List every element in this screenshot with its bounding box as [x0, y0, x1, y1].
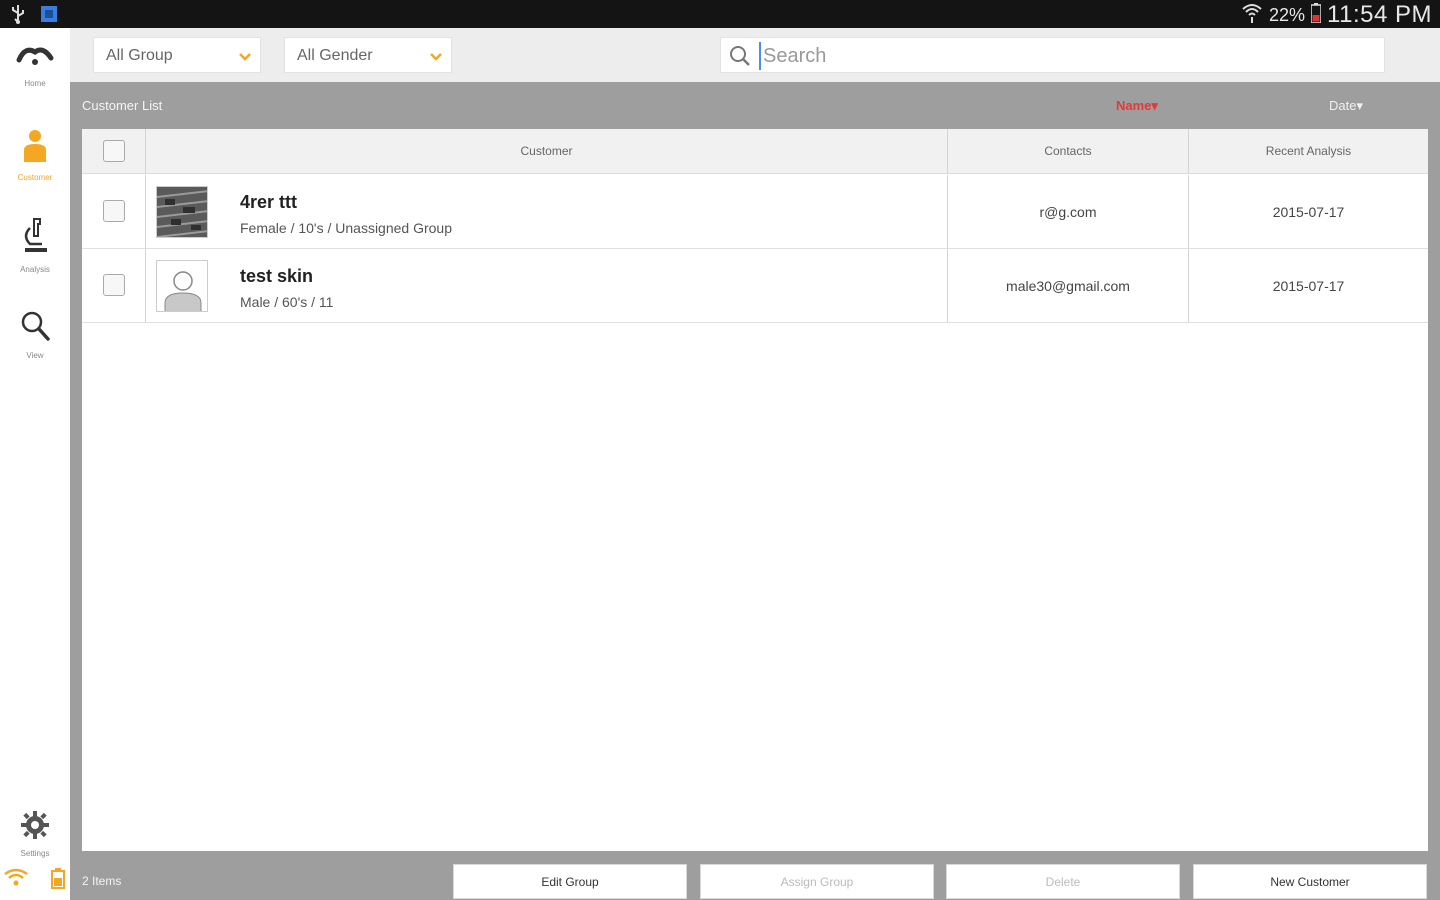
- recent-analysis-cell: 2015-07-17: [1189, 175, 1428, 248]
- app-notification-icon: [40, 5, 58, 28]
- row-select-cell: [82, 249, 146, 322]
- group-select[interactable]: All Group: [93, 37, 261, 73]
- recent-analysis-cell: 2015-07-17: [1189, 249, 1428, 322]
- gender-select-value: All Gender: [297, 47, 373, 64]
- search-input[interactable]: [759, 42, 1359, 70]
- item-count: 2 Items: [82, 874, 122, 888]
- sidebar-item-settings[interactable]: Settings: [0, 810, 70, 858]
- customer-details: Male / 60's / 11: [240, 294, 334, 310]
- contact-email: male30@gmail.com: [1006, 278, 1130, 294]
- search-icon: [729, 45, 751, 72]
- column-header-label: Customer: [520, 144, 573, 158]
- table-row[interactable]: 4rer ttt Female / 10's / Unassigned Grou…: [82, 175, 1428, 249]
- filter-bar: All Group All Gender: [70, 28, 1440, 82]
- avatar-placeholder-icon: [156, 260, 208, 312]
- customer-details: Female / 10's / Unassigned Group: [240, 220, 453, 236]
- sidebar-item-analysis[interactable]: Analysis: [0, 216, 70, 274]
- column-header-label: Recent Analysis: [1265, 144, 1352, 158]
- recent-analysis-date: 2015-07-17: [1272, 278, 1345, 294]
- row-checkbox[interactable]: [103, 200, 125, 222]
- magnifier-icon: [20, 311, 50, 346]
- sidebar-item-label: Home: [24, 79, 46, 88]
- sidebar-item-label: Analysis: [20, 265, 50, 274]
- status-bar: 22% 11:54 PM: [0, 0, 1440, 28]
- group-select-value: All Group: [106, 47, 173, 64]
- list-title: Customer List: [82, 98, 163, 113]
- contact-email: r@g.com: [1039, 204, 1097, 220]
- column-header-recent-analysis[interactable]: Recent Analysis: [1189, 129, 1428, 173]
- edit-group-button[interactable]: Edit Group: [453, 864, 687, 899]
- sidebar-item-label: Customer: [17, 173, 53, 182]
- customer-name: test skin: [240, 266, 314, 286]
- customer-list-frame: Customer List Name▾ Date▾ Customer Conta…: [70, 82, 1440, 900]
- assign-group-button[interactable]: Assign Group: [700, 864, 934, 899]
- battery-percent: 22%: [1269, 4, 1306, 25]
- usb-icon: [10, 4, 26, 29]
- new-customer-button[interactable]: New Customer: [1193, 864, 1427, 899]
- person-icon: [22, 130, 48, 168]
- sidebar-item-view[interactable]: View: [0, 310, 70, 360]
- sidebar-nav: Home Customer Analysis View Settings: [0, 28, 70, 900]
- sidebar-item-customer[interactable]: Customer: [0, 128, 70, 182]
- sidebar-footer-icons: [4, 867, 66, 894]
- table-row[interactable]: test skin Male / 60's / 11 male30@gmail.…: [82, 249, 1428, 323]
- select-all-cell: [82, 129, 146, 173]
- gender-select[interactable]: All Gender: [284, 37, 452, 73]
- column-header-customer[interactable]: Customer: [146, 129, 948, 173]
- wifi-status-icon[interactable]: [4, 868, 28, 893]
- customer-name: 4rer ttt: [240, 192, 298, 212]
- column-header-contacts[interactable]: Contacts: [948, 129, 1189, 173]
- customer-photo: [156, 186, 208, 238]
- microscope-icon: [20, 218, 50, 260]
- select-all-checkbox[interactable]: [103, 140, 125, 162]
- sidebar-item-home[interactable]: Home: [0, 44, 70, 88]
- table-header: Customer Contacts Recent Analysis: [82, 129, 1428, 174]
- column-header-label: Contacts: [1044, 144, 1092, 158]
- battery-icon: [1310, 2, 1322, 28]
- row-checkbox[interactable]: [103, 274, 125, 296]
- contacts-cell: r@g.com: [948, 175, 1189, 248]
- gear-icon: [20, 811, 50, 844]
- sort-by-date[interactable]: Date▾: [1329, 98, 1363, 114]
- row-select-cell: [82, 175, 146, 248]
- sort-by-name[interactable]: Name▾: [1116, 98, 1158, 114]
- chevron-down-icon: [429, 49, 443, 67]
- search-box[interactable]: [720, 37, 1385, 73]
- customer-table: Customer Contacts Recent Analysis 4rer t…: [82, 129, 1428, 851]
- chevron-down-icon: [238, 49, 252, 67]
- sidebar-item-label: Settings: [20, 849, 50, 858]
- sidebar-item-label: View: [26, 351, 44, 360]
- delete-button[interactable]: Delete: [946, 864, 1180, 899]
- home-logo-icon: [15, 47, 55, 74]
- contacts-cell: male30@gmail.com: [948, 249, 1189, 322]
- wifi-icon: [1241, 2, 1263, 29]
- recent-analysis-date: 2015-07-17: [1272, 204, 1345, 220]
- device-battery-icon[interactable]: [50, 867, 66, 894]
- clock: 11:54 PM: [1327, 1, 1432, 28]
